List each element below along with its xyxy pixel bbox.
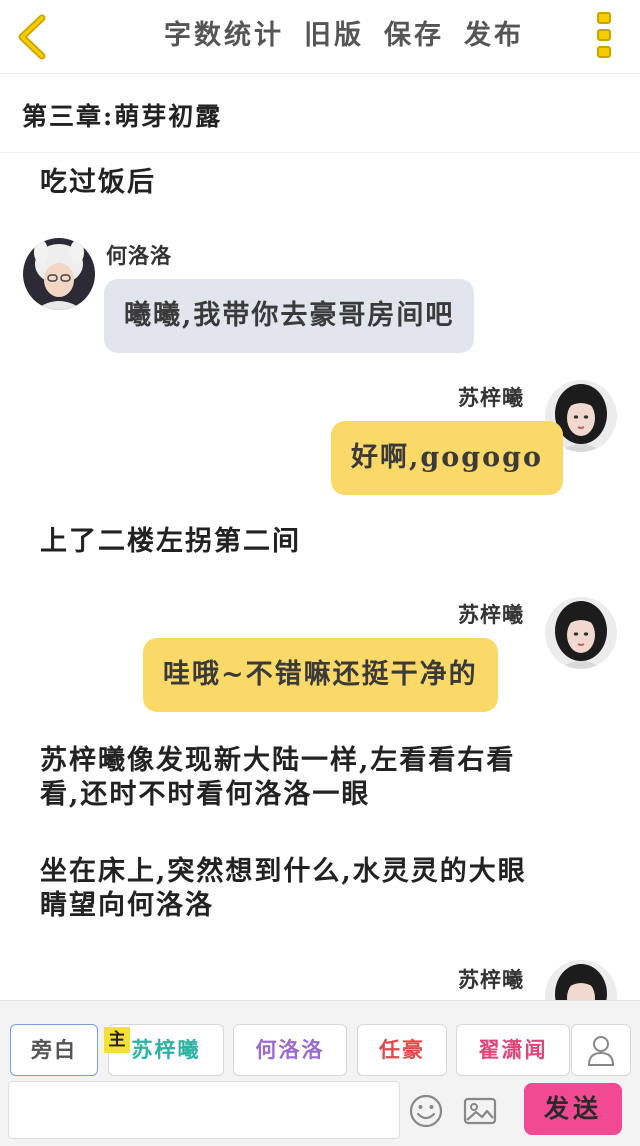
role-label: 旁白	[31, 1037, 77, 1062]
role-label: 何洛洛	[255, 1037, 325, 1062]
add-role-button[interactable]	[571, 1024, 631, 1076]
old-version-button[interactable]: 旧版	[304, 16, 364, 56]
narration-text: 坐在床上,突然想到什么,水灵灵的大眼 睛望向何洛洛	[40, 855, 527, 923]
top-actions: 字数统计 旧版 保存 发布	[164, 16, 524, 56]
save-button[interactable]: 保存	[384, 16, 444, 56]
narration-line: 睛望向何洛洛	[40, 890, 214, 921]
publish-button[interactable]: 发布	[464, 16, 524, 56]
more-menu-icon[interactable]	[593, 12, 615, 62]
narration-text: 上了二楼左拐第二间	[40, 526, 301, 557]
role-chip-zhai-xiaowen[interactable]: 翟潇闻	[456, 1024, 570, 1076]
chapter-title[interactable]: 第三章:萌芽初露	[22, 97, 222, 133]
role-chip-ren-hao[interactable]: 任豪	[357, 1024, 447, 1076]
role-label: 任豪	[379, 1037, 425, 1062]
role-chip-narration[interactable]: 旁白	[10, 1024, 98, 1076]
top-bar: 字数统计 旧版 保存 发布	[0, 0, 640, 74]
avatar-su-zixi	[545, 960, 617, 1000]
speaker-name: 苏梓曦	[458, 385, 524, 410]
narration-text: 苏梓曦像发现新大陆一样,左看看右看 看,还时不时看何洛洛一眼	[40, 744, 515, 812]
person-icon	[587, 1036, 615, 1066]
main-character-badge: 主	[104, 1027, 130, 1053]
composer-panel: 旁白 苏梓曦 主 何洛洛 任豪 翟潇闻 发送	[0, 1000, 640, 1146]
image-icon[interactable]	[462, 1093, 498, 1129]
speaker-name: 苏梓曦	[458, 602, 524, 627]
message-bubble[interactable]: 曦曦,我带你去豪哥房间吧	[104, 279, 475, 353]
send-button[interactable]: 发送	[524, 1083, 622, 1135]
narration-line: 看,还时不时看何洛洛一眼	[40, 779, 371, 810]
avatar-su-zixi	[545, 597, 617, 669]
speaker-name: 何洛洛	[106, 243, 172, 268]
emoji-icon[interactable]	[408, 1093, 444, 1129]
chapter-header: 第三章:萌芽初露	[0, 75, 640, 153]
narration-line: 苏梓曦像发现新大陆一样,左看看右看	[40, 745, 516, 776]
back-arrow-icon[interactable]	[14, 14, 54, 60]
role-label: 翟潇闻	[478, 1037, 548, 1062]
narration-text: 吃过饭后	[40, 167, 156, 198]
message-bubble[interactable]: 哇哦~不错嘛还挺干净的	[143, 638, 498, 712]
word-count-button[interactable]: 字数统计	[164, 16, 284, 56]
narration-line: 坐在床上,突然想到什么,水灵灵的大眼	[40, 856, 527, 887]
avatar-he-luoluo	[23, 238, 95, 310]
role-chip-he-luoluo[interactable]: 何洛洛	[233, 1024, 347, 1076]
speaker-name: 苏梓曦	[458, 967, 524, 992]
message-input[interactable]	[8, 1081, 400, 1139]
role-label: 苏梓曦	[131, 1037, 201, 1062]
message-bubble[interactable]: 好啊,gogogo	[331, 421, 564, 495]
